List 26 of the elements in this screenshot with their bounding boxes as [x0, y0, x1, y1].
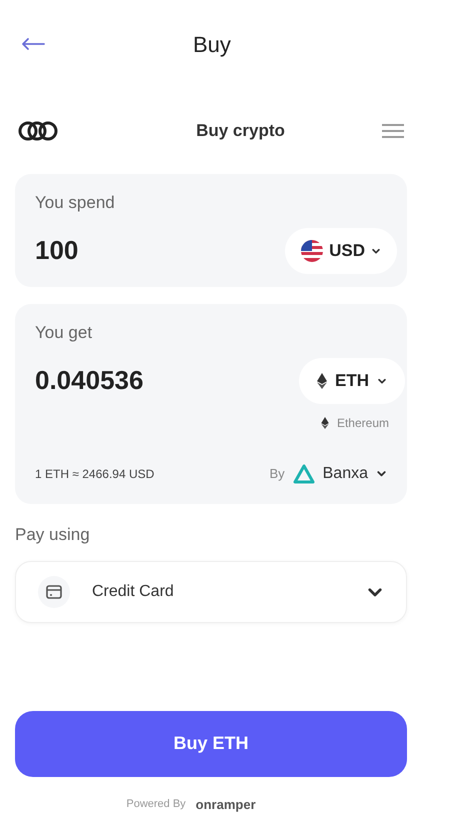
network-label: Ethereum — [336, 414, 389, 432]
flag-icon — [301, 240, 324, 262]
powered-by-text: Powered By — [126, 797, 186, 812]
field-label: You get — [35, 322, 94, 344]
chevron-down-icon — [376, 468, 387, 479]
triangle-icon — [292, 464, 315, 484]
back-arrow-icon[interactable] — [20, 37, 46, 51]
currency-selector[interactable]: ETH — [299, 358, 405, 404]
amount-value[interactable]: 100 — [35, 231, 78, 270]
menu-icon[interactable] — [380, 123, 405, 139]
buy-button[interactable]: Buy ETH — [15, 710, 407, 776]
brand-logo: onramper — [196, 796, 256, 814]
amount-value: 0.040536 — [35, 364, 144, 397]
page-title: Buy — [193, 30, 231, 59]
section-label: Pay using — [15, 524, 91, 546]
credit-card-icon — [38, 576, 70, 608]
diamond-icon — [320, 416, 329, 428]
widget-title: Buy crypto — [196, 120, 285, 142]
field-label: You spend — [35, 192, 116, 214]
currency-selector[interactable]: USD — [285, 228, 397, 274]
exchange-rate: 1 ETH ≈ 2466.94 USD — [35, 466, 154, 482]
diamond-icon — [317, 372, 327, 388]
provider-prefix: By — [269, 464, 285, 483]
provider-selector[interactable]: Banxa — [292, 462, 387, 486]
payment-method-dropdown[interactable]: Credit Card — [15, 560, 407, 622]
rings-icon — [18, 121, 60, 141]
